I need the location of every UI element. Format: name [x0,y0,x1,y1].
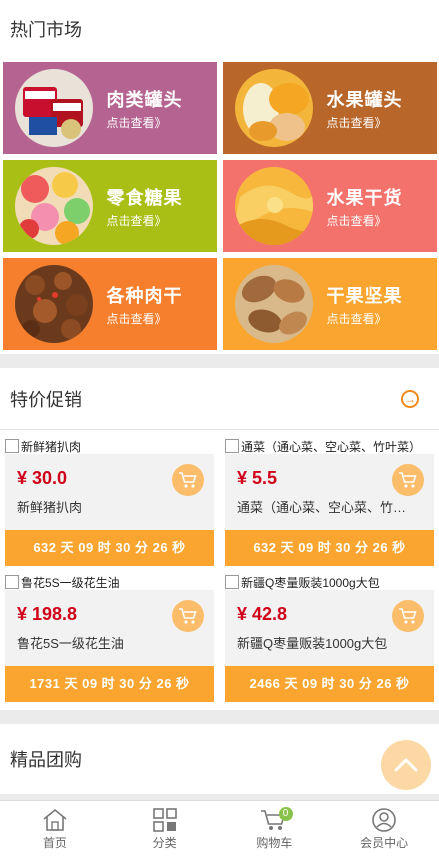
promo-card[interactable]: 新疆Q枣量贩装1000g大包 ¥ 42.8 新疆Q枣量贩装1000g大包 246… [225,574,434,702]
category-tile-jerky[interactable]: 各种肉干 点击查看》 [2,258,217,350]
product-desc: 新鲜猪扒肉 [17,500,83,515]
product-body: ¥ 5.5 通菜（通心菜、空心菜、竹叶菜） [225,454,434,530]
tab-cart[interactable]: 0 购物车 [220,801,330,856]
tab-label: 会员中心 [360,836,409,850]
back-to-top-button[interactable] [381,740,431,790]
product-name: 新鲜猪扒肉 [21,439,82,454]
section-divider [0,354,439,368]
add-to-cart-icon[interactable] [392,464,424,496]
product-desc: 鲁花5S一级花生油 [17,636,124,651]
product-name: 新疆Q枣量贩装1000g大包 [241,575,380,590]
dried-fruit-thumbnail [234,167,313,245]
product-desc: 新疆Q枣量贩装1000g大包 [237,636,388,651]
product-body: ¥ 42.8 新疆Q枣量贩装1000g大包 [225,590,434,666]
tab-category[interactable]: 分类 [110,801,220,856]
select-checkbox[interactable] [225,575,239,589]
category-tile-candy[interactable]: 零食糖果 点击查看》 [2,160,217,252]
product-name-line: 鲁花5S一级花生油 [5,574,214,590]
group-header: 精品团购 [0,724,439,794]
arrow-right-circle-icon[interactable]: → [401,389,419,408]
select-checkbox[interactable] [5,439,19,453]
category-tile-nuts[interactable]: 干果坚果 点击查看》 [222,258,437,350]
product-desc: 通菜（通心菜、空心菜、竹叶菜） [237,500,417,515]
tab-label: 分类 [152,836,177,850]
countdown-timer: 632 天 09 时 30 分 26 秒 [5,530,214,566]
section-title: 热门市场 [10,20,82,40]
category-tile-canned-fruit[interactable]: 水果罐头 点击查看》 [222,62,437,154]
product-name-line: 新疆Q枣量贩装1000g大包 [225,574,434,590]
tile-sub: 点击查看》 [326,213,387,228]
chevron-up-icon [394,758,418,772]
select-checkbox[interactable] [225,439,239,453]
tab-member-center[interactable]: 会员中心 [329,801,439,856]
tile-label: 各种肉干 [106,285,183,306]
hot-market-header: 热门市场 [0,0,439,58]
category-tile-dried-fruit[interactable]: 水果干货 点击查看》 [222,160,437,252]
tile-sub: 点击查看》 [106,115,167,130]
tab-label: 购物车 [256,836,293,850]
tile-sub: 点击查看》 [106,311,167,326]
jerky-thumbnail [14,265,93,343]
countdown-timer: 2466 天 09 时 30 分 26 秒 [225,666,434,702]
tile-label: 水果干货 [326,187,403,208]
product-body: ¥ 30.0 新鲜猪扒肉 [5,454,214,530]
product-body: ¥ 198.8 鲁花5S一级花生油 [5,590,214,666]
tile-sub: 点击查看》 [326,115,387,130]
canned-fruit-thumbnail [234,69,313,147]
tile-sub: 点击查看》 [106,213,167,228]
canned-meat-thumbnail [14,69,93,147]
cart-count-badge: 0 [278,807,293,821]
promo-header: 特价促销 → [0,368,439,430]
user-icon [371,806,397,834]
section-divider [0,710,439,724]
select-checkbox[interactable] [5,575,19,589]
hot-market-grid: 肉类罐头 点击查看》 水果罐头 点击查看》 零食糖果 点击查看》 水果干货 点击… [0,58,439,354]
tile-label: 干果坚果 [326,285,403,306]
bottom-tab-bar: 首页 分类 0 购物车 会员中心 [0,800,439,856]
product-name: 通菜（通心菜、空心菜、竹叶菜） [241,439,422,454]
section-title: 精品团购 [10,750,82,770]
countdown-timer: 1731 天 09 时 30 分 26 秒 [5,666,214,702]
category-tile-canned-meat[interactable]: 肉类罐头 点击查看》 [2,62,217,154]
tile-label: 水果罐头 [326,89,403,110]
promo-card[interactable]: 通菜（通心菜、空心菜、竹叶菜） ¥ 5.5 通菜（通心菜、空心菜、竹叶菜） 63… [225,438,434,566]
tile-sub: 点击查看》 [326,311,387,326]
candy-thumbnail [14,167,93,245]
promo-bottom-pad [0,702,439,710]
add-to-cart-icon[interactable] [392,600,424,632]
promo-grid: 新鲜猪扒肉 ¥ 30.0 新鲜猪扒肉 632 天 09 时 30 分 26 秒 … [0,430,439,702]
add-to-cart-icon[interactable] [172,600,204,632]
add-to-cart-icon[interactable] [172,464,204,496]
countdown-timer: 632 天 09 时 30 分 26 秒 [225,530,434,566]
tab-home[interactable]: 首页 [0,801,110,856]
home-icon [42,806,68,834]
product-name: 鲁花5S一级花生油 [21,575,120,590]
tile-label: 零食糖果 [106,187,183,208]
category-icon [152,806,178,834]
promo-card[interactable]: 鲁花5S一级花生油 ¥ 198.8 鲁花5S一级花生油 1731 天 09 时 … [5,574,214,702]
section-title: 特价促销 [10,389,82,410]
product-name-line: 通菜（通心菜、空心菜、竹叶菜） [225,438,434,454]
tile-label: 肉类罐头 [106,89,183,110]
tab-label: 首页 [42,836,67,850]
product-name-line: 新鲜猪扒肉 [5,438,214,454]
nuts-thumbnail [234,265,313,343]
promo-card[interactable]: 新鲜猪扒肉 ¥ 30.0 新鲜猪扒肉 632 天 09 时 30 分 26 秒 [5,438,214,566]
